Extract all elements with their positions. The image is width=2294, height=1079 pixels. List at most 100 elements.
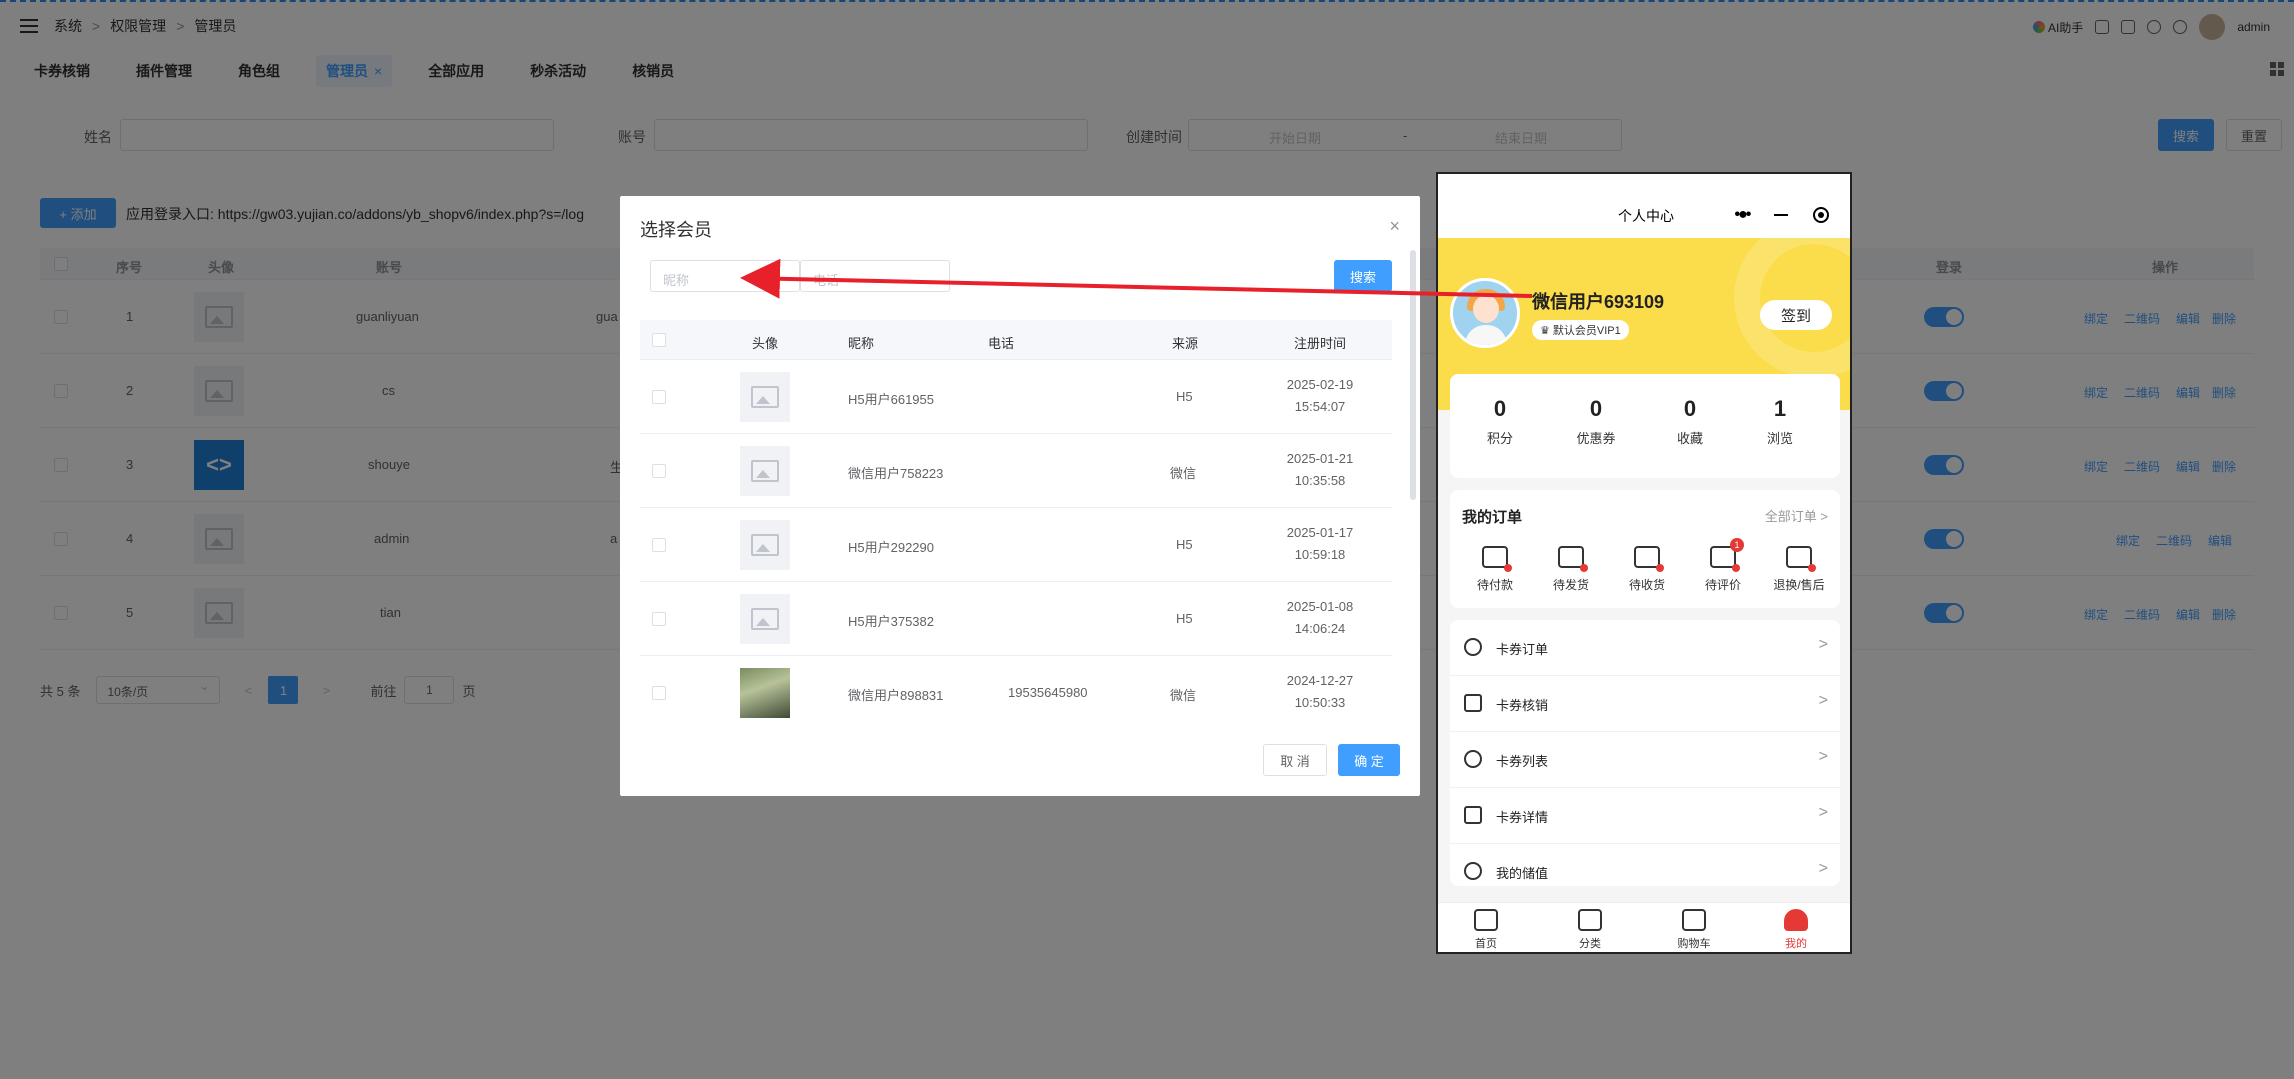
wallet-icon: [1482, 546, 1512, 572]
tabbar-category[interactable]: 分类: [1550, 909, 1630, 951]
register-clock: 14:06:24: [1294, 621, 1346, 636]
order-pending-payment[interactable]: 待付款: [1460, 546, 1530, 593]
profile-username: 微信用户693109: [1532, 292, 1665, 312]
image-placeholder-icon: [740, 520, 790, 570]
stat-coupons[interactable]: 0 优惠券: [1556, 396, 1636, 447]
stat-label: 优惠券: [1576, 431, 1616, 446]
ticket-icon: [1464, 694, 1482, 712]
truck-icon: [1634, 546, 1664, 572]
more-icon[interactable]: •●•: [1735, 206, 1752, 224]
tabbar-home[interactable]: 首页: [1446, 909, 1526, 951]
cart-icon: [1682, 909, 1706, 931]
row-checkbox[interactable]: [652, 538, 666, 552]
tabbar-label: 购物车: [1677, 938, 1711, 950]
menu-label: 我的储值: [1496, 866, 1549, 881]
member-table: 头像 昵称 电话 来源 注册时间 H5用户661955 H5 2025-02-1…: [640, 320, 1392, 728]
order-label: 待评价: [1704, 578, 1741, 592]
tabbar-label: 首页: [1475, 938, 1497, 950]
chevron-right-icon: >: [1818, 804, 1828, 821]
order-pending-shipment[interactable]: 待发货: [1536, 546, 1606, 593]
member-row[interactable]: 微信用户898831 19535645980 微信 2024-12-27 10:5…: [640, 656, 1392, 728]
profile-avatar[interactable]: [1450, 278, 1520, 348]
order-label: 退换/售后: [1773, 578, 1825, 592]
member-nickname: H5用户661955: [848, 392, 934, 407]
menu-item-coupon-list[interactable]: 卡券列表 >: [1450, 732, 1840, 788]
member-table-header: 头像 昵称 电话 来源 注册时间: [640, 320, 1392, 360]
tabbar-cart[interactable]: 购物车: [1654, 909, 1734, 951]
register-date: 2025-01-08: [1286, 599, 1354, 614]
star-icon: [1464, 638, 1482, 656]
member-register-time: 2025-02-19 15:54:07: [1260, 374, 1380, 418]
row-checkbox[interactable]: [652, 390, 666, 404]
dialog-scrollbar[interactable]: [1410, 250, 1416, 500]
member-search-button[interactable]: 搜索: [1334, 260, 1392, 292]
select-all-checkbox[interactable]: [652, 333, 666, 347]
nickname-placeholder: 昵称: [663, 273, 690, 288]
menu-item-coupon-verify[interactable]: 卡券核销 >: [1450, 676, 1840, 732]
column-header: 来源: [1172, 336, 1199, 351]
phone-input[interactable]: 电话: [800, 260, 950, 292]
order-pending-review[interactable]: 1 待评价: [1688, 538, 1758, 593]
stat-value: 0: [1683, 396, 1697, 421]
member-register-time: 2025-01-08 14:06:24: [1260, 596, 1380, 640]
member-row[interactable]: H5用户661955 H5 2025-02-19 15:54:07: [640, 360, 1392, 434]
row-checkbox[interactable]: [652, 612, 666, 626]
stat-points[interactable]: 0 积分: [1460, 396, 1540, 447]
order-after-sales[interactable]: 退换/售后: [1764, 546, 1834, 593]
stat-label: 积分: [1486, 431, 1513, 446]
member-row[interactable]: 微信用户758223 微信 2025-01-21 10:35:58: [640, 434, 1392, 508]
member-register-time: 2025-01-21 10:35:58: [1260, 448, 1380, 492]
menu-label: 卡券核销: [1496, 698, 1549, 713]
member-source: H5: [1176, 611, 1193, 626]
register-clock: 10:50:33: [1294, 695, 1346, 710]
close-icon[interactable]: ×: [1389, 216, 1400, 237]
member-row[interactable]: H5用户375382 H5 2025-01-08 14:06:24: [640, 582, 1392, 656]
grid-icon: [1578, 909, 1602, 931]
tabbar-label: 我的: [1785, 938, 1807, 950]
chevron-right-icon: >: [1818, 692, 1828, 709]
member-register-time: 2024-12-27 10:50:33: [1260, 670, 1380, 714]
member-nickname: H5用户292290: [848, 540, 934, 555]
member-nickname: H5用户375382: [848, 614, 934, 629]
tabbar-mine[interactable]: 我的: [1756, 909, 1836, 951]
record-icon[interactable]: [1813, 207, 1830, 223]
profile-stats: 0 积分 0 优惠券 0 收藏 1 浏览: [1450, 374, 1840, 478]
vip-badge: ♛ 默认会员VIP1: [1532, 320, 1629, 340]
member-nickname: 微信用户898831: [848, 688, 944, 703]
yen-icon: [1464, 862, 1482, 880]
menu-item-coupon-detail[interactable]: 卡券详情 >: [1450, 788, 1840, 844]
member-row[interactable]: H5用户292290 H5 2025-01-17 10:59:18: [640, 508, 1392, 582]
all-orders-link[interactable]: 全部订单 >: [1765, 506, 1828, 525]
stat-value: 1: [1773, 396, 1787, 421]
image-placeholder-icon: [740, 594, 790, 644]
miniapp-capsule: •●•: [1722, 200, 1842, 230]
mobile-preview: 个人中心 •●• 微信用户693109 ♛ 默认会员VIP1 签到 0 积分 0 优…: [1436, 172, 1852, 954]
order-pending-receipt[interactable]: 待收货: [1612, 546, 1682, 593]
member-register-time: 2025-01-17 10:59:18: [1260, 522, 1380, 566]
column-header: 头像: [752, 336, 779, 351]
order-label: 待付款: [1476, 578, 1513, 592]
minimize-icon[interactable]: [1774, 214, 1789, 216]
service-menu: 卡券订单 > 卡券核销 > 卡券列表 > 卡券详情 > 我的储值 >: [1450, 620, 1840, 886]
chevron-right-icon: >: [1818, 860, 1828, 877]
sign-in-button[interactable]: 签到: [1760, 300, 1832, 330]
row-checkbox[interactable]: [652, 464, 666, 478]
confirm-button[interactable]: 确 定: [1338, 744, 1400, 776]
column-header: 注册时间: [1294, 336, 1347, 351]
my-orders-card: 我的订单 全部订单 > 待付款 待发货 待收货 1 待评价 退换/售后: [1450, 490, 1840, 608]
menu-item-stored-value[interactable]: 我的储值 >: [1450, 844, 1840, 886]
nickname-input[interactable]: 昵称: [650, 260, 800, 292]
menu-item-coupon-orders[interactable]: 卡券订单 >: [1450, 620, 1840, 676]
stat-history[interactable]: 1 浏览: [1740, 396, 1820, 447]
mobile-nav-bar: 个人中心 •●•: [1438, 174, 1850, 238]
column-header: 电话: [988, 336, 1015, 351]
phone-placeholder: 电话: [813, 273, 840, 288]
member-source: 微信: [1170, 688, 1197, 703]
row-checkbox[interactable]: [652, 686, 666, 700]
stat-value: 0: [1493, 396, 1507, 421]
home-icon: [1474, 909, 1498, 931]
stat-favorites[interactable]: 0 收藏: [1650, 396, 1730, 447]
cancel-button[interactable]: 取 消: [1263, 744, 1327, 776]
register-date: 2025-01-21: [1286, 451, 1354, 466]
register-clock: 10:35:58: [1294, 473, 1346, 488]
